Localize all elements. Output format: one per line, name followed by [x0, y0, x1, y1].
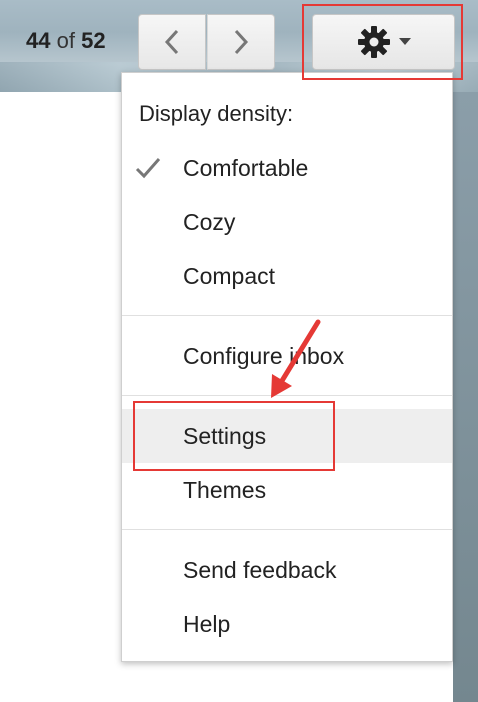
menu-item-label: Themes	[183, 476, 267, 503]
red-arrow-annotation	[271, 319, 321, 398]
menu-item-compact[interactable]: Compact	[122, 249, 452, 303]
menu-item-label: Comfortable	[183, 154, 309, 181]
menu-item-help[interactable]: Help	[122, 597, 452, 651]
menu-divider	[122, 529, 452, 530]
message-counter: 44 of 52	[26, 28, 106, 54]
checkmark-icon	[135, 158, 161, 179]
display-density-heading: Display density:	[139, 101, 294, 126]
settings-gear-button[interactable]	[312, 14, 455, 70]
counter-current: 44	[26, 28, 51, 53]
menu-item-send-feedback[interactable]: Send feedback	[122, 543, 452, 597]
chevron-right-icon	[234, 29, 249, 55]
menu-item-comfortable[interactable]: Comfortable	[122, 141, 452, 195]
menu-item-themes[interactable]: Themes	[122, 463, 452, 517]
menu-item-label: Help	[183, 610, 231, 637]
menu-divider	[122, 315, 452, 316]
chevron-left-icon	[164, 29, 179, 55]
menu-item-label: Settings	[183, 422, 267, 449]
menu-item-label: Cozy	[183, 208, 236, 235]
caret-down-icon	[398, 38, 411, 45]
previous-button[interactable]	[138, 14, 206, 70]
gear-icon	[357, 26, 390, 58]
menu-item-label: Compact	[183, 262, 276, 289]
right-background-panel	[453, 92, 478, 702]
counter-total: 52	[81, 28, 106, 53]
menu-item-cozy[interactable]: Cozy	[122, 195, 452, 249]
next-button[interactable]	[207, 14, 275, 70]
counter-of: of	[56, 28, 75, 53]
menu-item-label: Send feedback	[183, 556, 337, 583]
menu-item-settings[interactable]: Settings	[122, 409, 452, 463]
